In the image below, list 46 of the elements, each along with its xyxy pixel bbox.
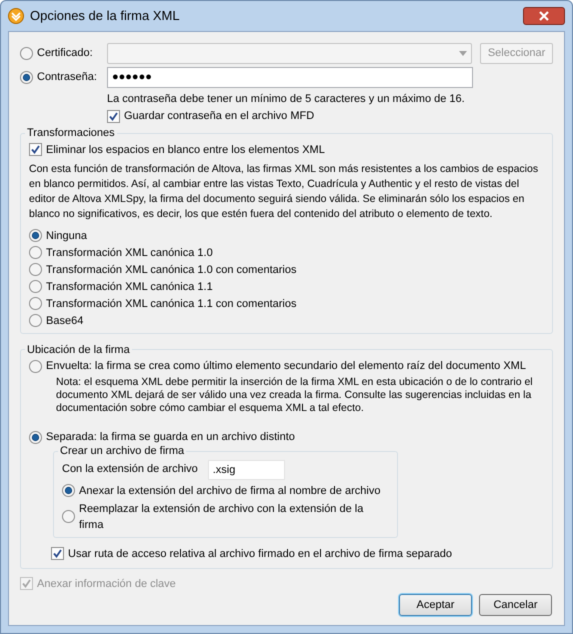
- radio-button[interactable]: [20, 70, 33, 84]
- radio-button[interactable]: [29, 430, 42, 444]
- group-title: Transformaciones: [26, 126, 116, 141]
- dialog-button[interactable]: Cancelar: [479, 594, 552, 616]
- option-label: Transformación XML canónica 1.1 con comentarios: [46, 296, 296, 312]
- dropdown-arrow-icon: [459, 50, 468, 56]
- radio-button[interactable]: [29, 360, 42, 372]
- group-title: Ubicación de la firma: [26, 342, 131, 358]
- close-icon: [538, 11, 550, 21]
- option-label: Reemplazar la extensión de archivo con la extensión de la firma: [79, 502, 364, 532]
- option-label: Separada: la firma se guarda en un archivo distinto: [46, 430, 295, 445]
- option-label: Anexar información de clave: [37, 576, 176, 592]
- description-text: Con esta función de transformación de Altova, las firmas XML son más resistentes a los cambios de espacios en blanco permitidos. Así, al cambiar entre las vistas Texto, Cuadrícula y Authentic y el resto de vistas del editor de Altova XMLSpy, la firma del documento seguirá siendo válida. Se eliminarán sólo los espacios en blanco no significativos, es decir, los que estén fuera del contenido del atributo o elemento de texto.: [29, 162, 540, 222]
- option-label: Contraseña:: [37, 70, 97, 85]
- option-label: Anexar la extensión del archivo de firma al nombre de archivo: [79, 484, 380, 498]
- window-title: Opciones de la firma XML: [30, 7, 180, 26]
- radio-button[interactable]: [29, 280, 42, 293]
- close-button[interactable]: [523, 7, 565, 25]
- radio-button[interactable]: [29, 229, 42, 242]
- radio-button[interactable]: [62, 510, 75, 523]
- checkbox[interactable]: [107, 110, 120, 122]
- option-label: Base64: [46, 314, 84, 328]
- option-label: Envuelta: la firma se crea como último elemento secundario del elemento raíz del documento XML: [46, 359, 526, 374]
- option-label: Transformación XML canónica 1.0: [46, 246, 213, 260]
- password-hint: La contraseña debe tener un mínimo de 5 caracteres y un máximo de 16.: [107, 92, 466, 107]
- option-label: Transformación XML canónica 1.0 con comentarios: [46, 262, 296, 278]
- group-title: Crear un archivo de firma: [59, 444, 186, 459]
- radio-button[interactable]: [29, 314, 42, 327]
- extension-label: Con la extensión de archivo: [62, 462, 198, 478]
- option-label: Guardar contraseña en el archivo MFD: [124, 109, 314, 124]
- option-label: Ninguna: [46, 228, 87, 244]
- checkbox[interactable]: [29, 143, 42, 156]
- option-label: Certificado:: [37, 46, 93, 61]
- radio-button[interactable]: [62, 484, 75, 497]
- radio-button[interactable]: [29, 263, 42, 276]
- checkbox[interactable]: [51, 547, 64, 560]
- option-label: Transformación XML canónica 1.1: [46, 280, 213, 294]
- dialog-button[interactable]: Aceptar: [399, 594, 472, 616]
- radio-button[interactable]: [29, 297, 42, 310]
- app-logo-icon: [8, 8, 24, 24]
- extension-field[interactable]: .xsig: [208, 460, 285, 480]
- password-field[interactable]: ●●●●●●: [107, 66, 473, 88]
- radio-button[interactable]: [29, 246, 42, 259]
- option-label: Eliminar los espacios en blanco entre los elementos XML: [46, 142, 325, 158]
- option-label: Usar ruta de acceso relativa al archivo firmado en el archivo de firma separado: [68, 546, 452, 562]
- note-text: Nota: el esquema XML debe permitir la inserción de la firma XML en esta ubicación o de lo contrario el documento XML dejará de ser válido una vez creada la firma. Consulte las sugerencias incluidas en la documentación sobre cómo cambiar el esquema XML a tal efecto.: [56, 376, 534, 415]
